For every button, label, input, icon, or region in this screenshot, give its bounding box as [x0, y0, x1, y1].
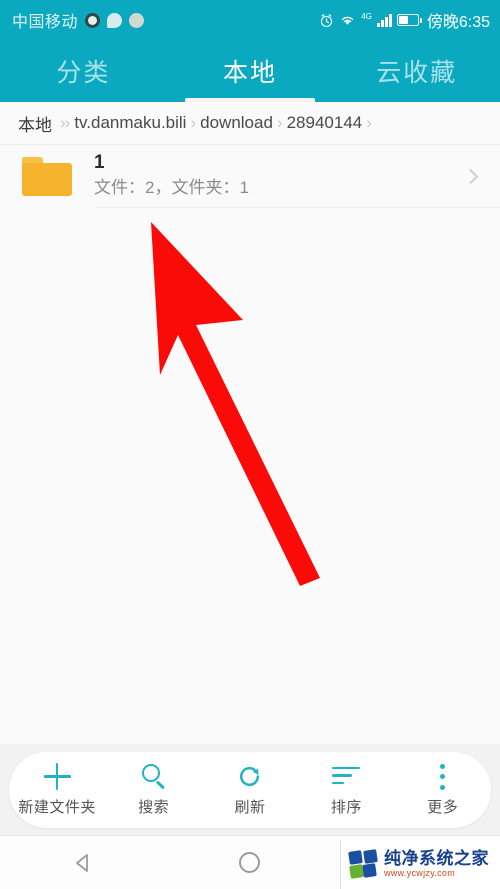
back-triangle-icon — [76, 853, 89, 872]
new-folder-label: 新建文件夹 — [18, 798, 96, 816]
status-bar: 中国移动 4G 傍晚6:35 — [0, 0, 500, 40]
message-bubble-icon — [107, 12, 123, 28]
chevron-right-icon: › — [190, 113, 197, 132]
search-button[interactable]: 搜索 — [111, 763, 197, 817]
chevron-right-icon: › — [366, 113, 372, 132]
list-divider — [95, 207, 500, 208]
more-button[interactable]: 更多 — [400, 763, 486, 817]
signal-bars-icon — [376, 13, 392, 27]
file-name: 1 — [94, 152, 105, 174]
watermark-url: www.ycwjzy.com — [384, 867, 456, 878]
breadcrumb-item-1[interactable]: download — [200, 113, 273, 133]
new-folder-button[interactable]: 新建文件夹 — [14, 763, 100, 817]
status-bar-left: 中国移动 — [12, 8, 145, 32]
status-bar-right: 4G 傍晚6:35 — [319, 8, 490, 32]
tab-categories[interactable]: 分类 — [0, 40, 167, 102]
search-label: 搜索 — [138, 798, 170, 816]
tab-cloud-favorites[interactable]: 云收藏 — [333, 40, 500, 102]
breadcrumb-item-2[interactable]: 28940144 — [287, 113, 363, 133]
more-label: 更多 — [427, 798, 459, 816]
chevron-right-icon: › — [276, 113, 283, 132]
refresh-button[interactable]: 刷新 — [207, 763, 293, 817]
folder-icon — [22, 156, 72, 196]
sort-icon — [332, 763, 361, 791]
list-item-text: 1 文件：2，文件夹：1 — [94, 151, 465, 200]
phone-screen: 中国移动 4G 傍晚6:35 分类 本地 云收藏 本地 ›› tv.danmak… — [0, 0, 500, 889]
watermark: 纯净系统之家 www.ycwjzy.com — [340, 840, 500, 889]
bottom-toolbar-area: 新建文件夹 搜索 刷新 排序 更多 — [0, 744, 500, 835]
tab-local[interactable]: 本地 — [167, 40, 334, 102]
home-circle-icon — [239, 852, 261, 873]
search-icon — [141, 763, 167, 791]
chevron-right-icon[interactable] — [462, 168, 479, 184]
wifi-icon — [339, 13, 356, 27]
bottom-toolbar: 新建文件夹 搜索 刷新 排序 更多 — [9, 751, 491, 828]
content-background — [0, 145, 500, 744]
app-pale-icon — [129, 12, 145, 28]
watermark-text: 纯净系统之家 www.ycwjzy.com — [384, 848, 489, 880]
file-list: 1 文件：2，文件夹：1 — [0, 145, 500, 208]
plus-icon — [43, 763, 71, 791]
breadcrumb: 本地 ›› tv.danmaku.bili › download › 28940… — [0, 102, 500, 145]
network-type-label: 4G — [361, 11, 372, 21]
app-badge-icon — [85, 12, 101, 28]
clock-label: 傍晚6:35 — [426, 14, 490, 31]
nav-home-button[interactable] — [205, 836, 295, 889]
chevron-right-icon: ›› — [60, 113, 70, 132]
sort-label: 排序 — [330, 798, 362, 816]
carrier-label: 中国移动 — [12, 14, 79, 31]
refresh-label: 刷新 — [234, 798, 266, 816]
sort-button[interactable]: 排序 — [303, 763, 389, 817]
refresh-icon — [236, 763, 263, 791]
battery-icon — [396, 14, 422, 26]
tab-bar: 分类 本地 云收藏 — [0, 40, 500, 102]
file-subtitle: 文件：2，文件夹：1 — [94, 178, 249, 198]
nav-back-button[interactable] — [38, 836, 128, 889]
watermark-logo-icon — [348, 848, 379, 880]
list-item[interactable]: 1 文件：2，文件夹：1 — [0, 145, 500, 207]
alarm-clock-icon — [319, 13, 334, 28]
watermark-title: 纯净系统之家 — [384, 848, 489, 868]
more-vertical-icon — [440, 763, 446, 791]
breadcrumb-item-0[interactable]: tv.danmaku.bili — [74, 113, 186, 133]
breadcrumb-item-root[interactable]: 本地 — [18, 111, 52, 136]
